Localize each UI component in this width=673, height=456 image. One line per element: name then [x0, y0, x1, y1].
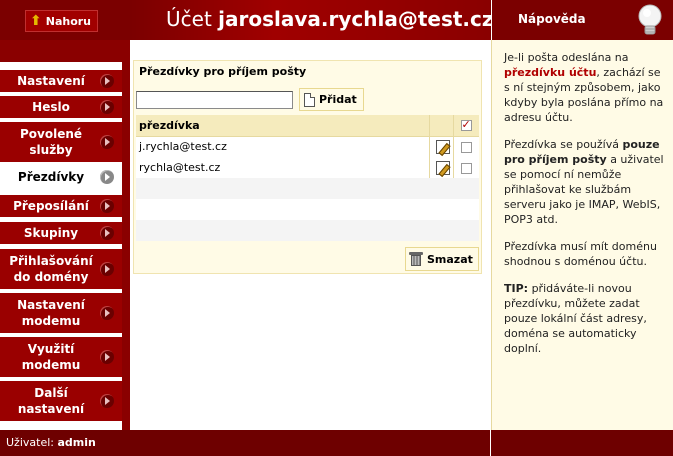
sidebar-item-nastaveni-modemu[interactable]: Nastavení modemu: [0, 293, 122, 333]
row-checkbox[interactable]: [460, 162, 472, 174]
alias-cell: j.rychla@test.cz: [136, 136, 429, 157]
panel-title: Přezdívky pro příjem pošty: [139, 65, 307, 78]
select-cell: [453, 178, 479, 199]
arrow-up-icon: ⬆: [30, 13, 42, 29]
help-paragraph-1: Je-li pošta odeslána na přezdívku účtu, …: [504, 50, 665, 125]
footer-divider: [490, 430, 491, 456]
header-left: ⬆ Nahoru: [0, 0, 130, 40]
chevron-right-icon: [100, 100, 114, 114]
sidebar-item-skupiny[interactable]: Skupiny: [0, 222, 122, 244]
sidebar: Nastavení Heslo Povolené služby Přezdívk…: [0, 40, 130, 430]
help-paragraph-4: TIP: přidáváte-li novou přezdívku, můžet…: [504, 281, 665, 356]
sidebar-item-label: Heslo: [32, 100, 70, 114]
up-button[interactable]: ⬆ Nahoru: [25, 10, 99, 32]
table-header-row: přezdívka: [136, 115, 479, 137]
sidebar-item-label: Přihlašování do domény: [9, 254, 93, 284]
sidebar-item-prezdivky[interactable]: Přezdívky: [0, 166, 122, 188]
help-link-alias: přezdívku účtu: [504, 66, 597, 79]
help-paragraph-3: Přezdívka musí mít doménu shodnou s domé…: [504, 239, 665, 269]
alias-input[interactable]: [136, 91, 293, 109]
alias-cell: [136, 178, 429, 199]
help-text: Přezdívka musí mít doménu shodnou s domé…: [504, 240, 657, 268]
add-button[interactable]: Přidat: [299, 88, 364, 111]
table-row: rychla@test.cz: [136, 157, 479, 178]
add-button-label: Přidat: [319, 93, 357, 106]
column-header-select: [452, 115, 479, 137]
title-area: Účet jaroslava.rychla@test.cz: [130, 0, 494, 40]
help-panel: Je-li pošta odeslána na přezdívku účtu, …: [491, 40, 673, 430]
sidebar-item-label: Přeposílání: [13, 199, 89, 213]
footer-user-label: Uživatel:: [6, 436, 54, 449]
sidebar-top: [0, 40, 130, 430]
select-cell: [453, 199, 479, 220]
chevron-right-icon: [100, 306, 114, 320]
chevron-right-icon: [100, 74, 114, 88]
chevron-right-icon: [100, 199, 114, 213]
alias-cell: [136, 199, 429, 220]
edit-cell: [428, 157, 453, 178]
page-title-account: jaroslava.rychla@test.cz: [218, 7, 494, 31]
trash-icon: [409, 251, 423, 267]
chevron-right-icon: [100, 226, 114, 240]
help-paragraph-2: Přezdívka se používá pouze pro příjem po…: [504, 137, 665, 227]
sidebar-item-label: Nastavení modemu: [17, 298, 85, 328]
sidebar-item-label: Povolené služby: [19, 127, 83, 157]
edit-icon[interactable]: [435, 139, 450, 154]
delete-button[interactable]: Smazat: [405, 247, 479, 271]
sidebar-item-label: Využití modemu: [21, 342, 81, 372]
sidebar-item-label: Skupiny: [23, 226, 79, 240]
sidebar-item-label: Přezdívky: [17, 170, 85, 184]
chevron-right-icon: [100, 170, 114, 184]
sidebar-item-heslo[interactable]: Heslo: [0, 96, 122, 118]
sidebar-item-nastaveni[interactable]: Nastavení: [0, 70, 122, 92]
footer-user: Uživatel: admin: [6, 436, 96, 449]
footer-user-name: admin: [57, 436, 96, 449]
delete-button-label: Smazat: [427, 252, 473, 266]
help-title: Nápověda: [518, 12, 586, 26]
sidebar-item-prihlasovani[interactable]: Přihlašování do domény: [0, 249, 122, 289]
alias-table: přezdívka j.rychla@test.cz rychla@test.c…: [136, 115, 479, 241]
edit-icon[interactable]: [435, 160, 450, 175]
edit-cell: [428, 136, 453, 157]
select-cell: [452, 157, 479, 178]
help-text: Přezdívka se používá: [504, 138, 619, 151]
page-title: Účet jaroslava.rychla@test.cz: [166, 7, 494, 31]
main-content: Přezdívky pro příjem pošty Přidat přezdí…: [130, 40, 490, 430]
table-row: [136, 199, 479, 220]
help-header: Nápověda: [491, 0, 673, 40]
row-checkbox[interactable]: [460, 141, 472, 153]
alias-cell: rychla@test.cz: [136, 157, 429, 178]
table-row: [136, 178, 479, 199]
up-button-label: Nahoru: [45, 14, 92, 28]
header-bar: ⬆ Nahoru Účet jaroslava.rychla@test.cz N…: [0, 0, 673, 40]
edit-cell: [429, 199, 453, 220]
chevron-right-icon: [100, 135, 114, 149]
alias-cell: [136, 220, 429, 241]
edit-cell: [429, 220, 453, 241]
table-row: j.rychla@test.cz: [136, 136, 479, 157]
sidebar-item-povolene-sluzby[interactable]: Povolené služby: [0, 122, 122, 162]
alias-panel: Přezdívky pro příjem pošty Přidat přezdí…: [133, 60, 482, 274]
edit-cell: [429, 178, 453, 199]
help-text: Je-li pošta odeslána na: [504, 51, 629, 64]
table-row: [136, 220, 479, 241]
select-cell: [453, 220, 479, 241]
column-header-edit: [428, 115, 453, 137]
help-tip-label: TIP:: [504, 282, 529, 295]
select-cell: [452, 136, 479, 157]
chevron-right-icon: [100, 262, 114, 276]
sidebar-item-label: Nastavení: [17, 74, 85, 88]
chevron-right-icon: [100, 350, 114, 364]
sidebar-item-dalsi-nastaveni[interactable]: Další nastavení: [0, 381, 122, 421]
column-header-alias: přezdívka: [136, 115, 429, 137]
lightbulb-icon: [638, 4, 662, 35]
new-document-icon: [304, 92, 315, 107]
sidebar-item-vyuziti-modemu[interactable]: Využití modemu: [0, 337, 122, 377]
page-title-prefix: Účet: [166, 7, 212, 31]
sidebar-item-label: Další nastavení: [17, 386, 85, 416]
footer-bar: Uživatel: admin: [0, 430, 673, 456]
sidebar-item-preposilani[interactable]: Přeposílání: [0, 195, 122, 217]
select-all-checkbox[interactable]: [460, 118, 472, 132]
chevron-right-icon: [100, 394, 114, 408]
